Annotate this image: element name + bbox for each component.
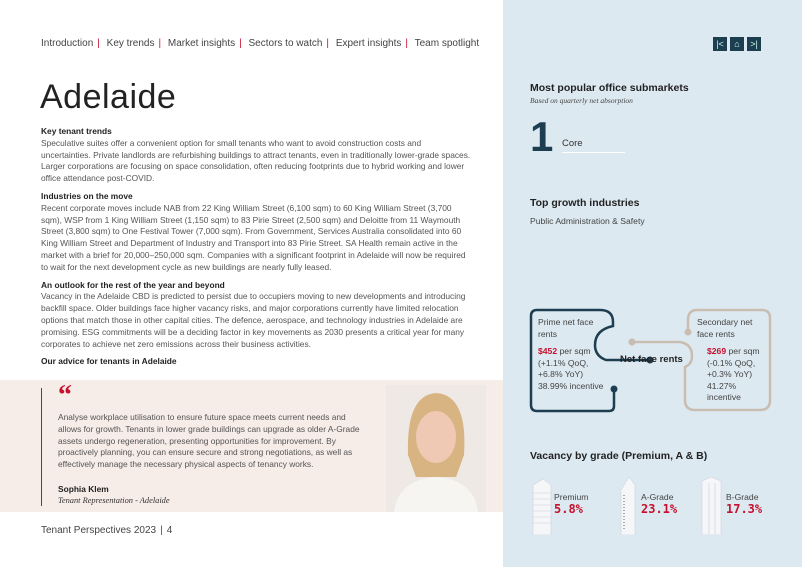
submarket-rank: 1	[530, 113, 554, 160]
section-heading: Key tenant trends	[41, 126, 112, 136]
vacancy-value-premium: 5.8%	[554, 502, 583, 516]
nav-team-spotlight[interactable]: Team spotlight	[415, 38, 479, 49]
home-icon[interactable]: ⌂	[730, 37, 744, 51]
secondary-change: (-0.1% QoQ, +0.3% YoY)	[707, 357, 756, 380]
next-icon[interactable]: >|	[747, 37, 761, 51]
section-text: Speculative suites offer a convenient op…	[41, 137, 471, 184]
main-column: Introduction | Key trends | Market insight…	[0, 0, 503, 567]
section-text: Vacancy in the Adelaide CBD is predicted…	[41, 291, 466, 349]
secondary-unit: per sqm	[726, 346, 760, 356]
nav-market-insights[interactable]: Market insights	[168, 38, 235, 49]
vacancy-value-a-grade: 23.1%	[641, 502, 678, 516]
publication-name: Tenant Perspectives 2023	[41, 525, 157, 536]
prime-details: $452 per sqm (+1.1% QoQ, +6.8% YoY) 38.99%…	[538, 346, 608, 392]
submarket-name: Core	[562, 138, 625, 153]
secondary-price: $269	[707, 346, 727, 356]
page-footer: Tenant Perspectives 2023 | 4	[41, 525, 173, 536]
nav-expert-insights[interactable]: Expert insights	[336, 38, 402, 49]
quote-mark-icon: “	[58, 380, 72, 411]
prime-incentive: 38.99% incentive	[538, 380, 604, 391]
prev-icon[interactable]: |<	[713, 37, 727, 51]
nav-introduction[interactable]: Introduction	[41, 38, 93, 49]
growth-value: Public Administration & Safety	[530, 216, 645, 226]
article-body: Key tenant trends Speculative suites off…	[41, 126, 473, 368]
vacancy-title: Vacancy by grade (Premium, A & B)	[530, 450, 708, 462]
submarkets-title: Most popular office submarkets	[530, 82, 689, 94]
section-heading: Industries on the move	[41, 190, 133, 201]
author-photo	[386, 385, 486, 512]
page-title: Adelaide	[40, 78, 177, 116]
quote-author: Sophia Klem	[58, 484, 109, 494]
premium-building-icon	[532, 478, 552, 535]
a-grade-building-icon	[620, 476, 636, 535]
growth-title: Top growth industries	[530, 197, 640, 209]
b-grade-building-icon	[701, 476, 722, 535]
page-nav-buttons: |< ⌂ >|	[713, 37, 761, 51]
prime-price: $452	[538, 346, 558, 356]
prime-unit: per sqm	[557, 346, 591, 356]
section-heading: An outlook for the rest of the year and …	[41, 279, 225, 290]
nav-sectors-to-watch[interactable]: Sectors to watch	[249, 38, 323, 49]
prime-change: (+1.1% QoQ, +6.8% YoY)	[538, 357, 589, 380]
submarkets-subtitle: Based on quarterly net absorption	[530, 96, 633, 105]
prime-label: Prime net face rents	[538, 317, 594, 339]
quote-rule	[41, 388, 42, 506]
quote-role: Tenant Representation - Adelaide	[58, 496, 170, 505]
nav-key-trends[interactable]: Key trends	[107, 38, 155, 49]
quote-text: Analyse workplace utilisation to ensure …	[58, 412, 360, 470]
section-heading: Our advice for tenants in Adelaide	[41, 356, 177, 367]
secondary-label: Secondary net face rents	[697, 317, 753, 339]
section-text: Recent corporate moves include NAB from …	[41, 202, 466, 272]
page-number: 4	[166, 525, 173, 536]
rents-center-label: Net face rents	[620, 354, 683, 365]
section-nav: Introduction | Key trends | Market insight…	[41, 38, 480, 49]
vacancy-value-b-grade: 17.3%	[726, 502, 763, 516]
secondary-details: $269 per sqm (-0.1% QoQ, +0.3% YoY) 41.27%…	[707, 346, 767, 404]
secondary-incentive: 41.27% incentive	[707, 380, 741, 403]
